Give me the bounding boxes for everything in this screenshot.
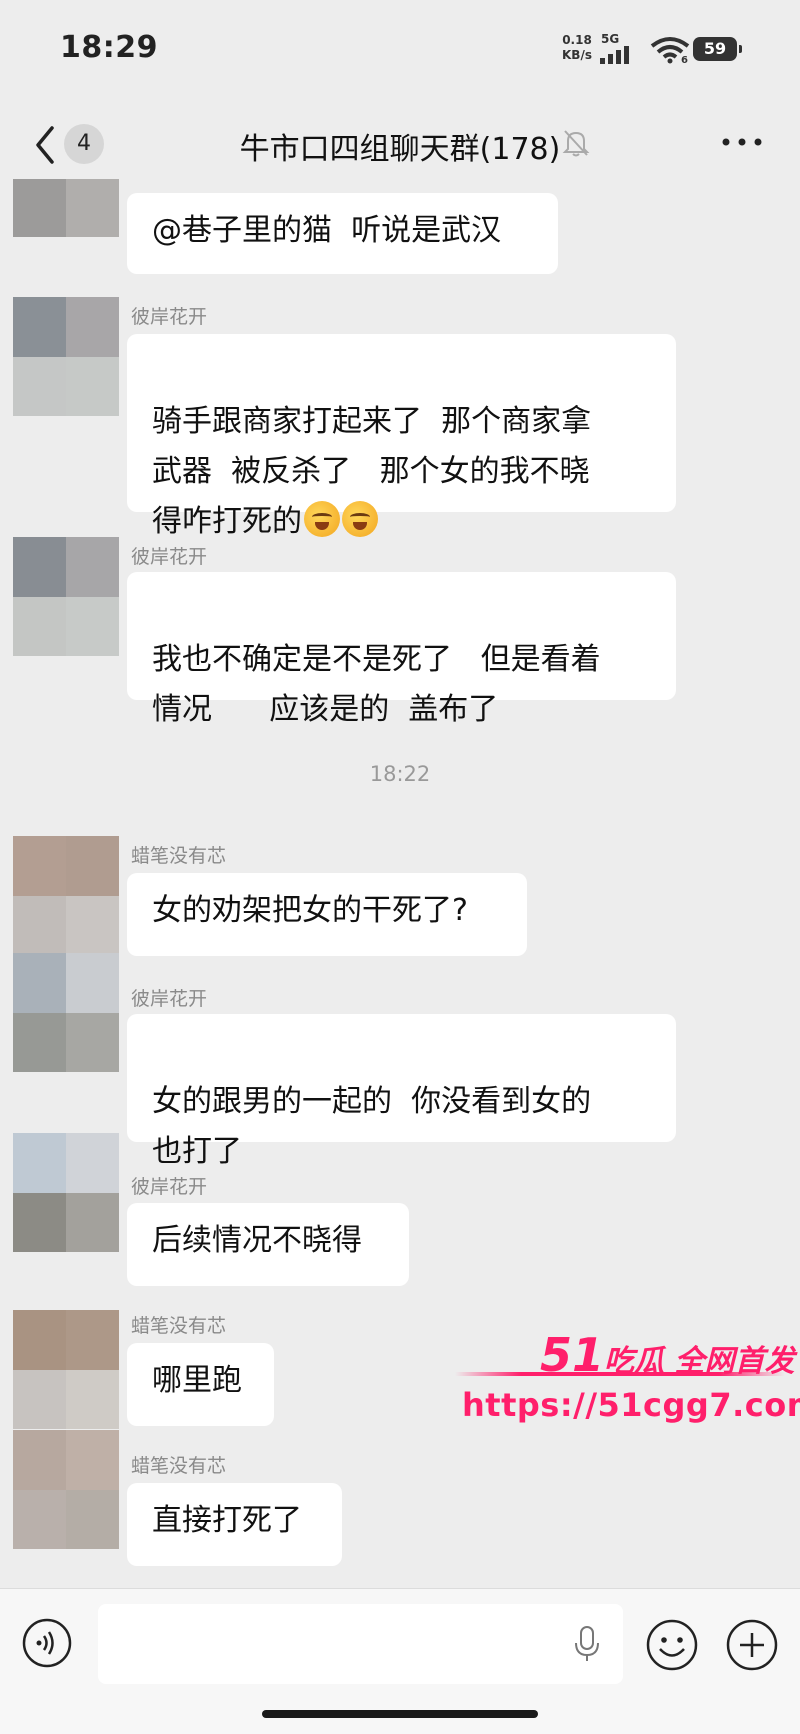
avatar[interactable]	[13, 537, 119, 656]
sender-name: 彼岸花开	[131, 306, 208, 328]
battery-indicator: 59	[693, 37, 742, 61]
sender-name: 彼岸花开	[131, 546, 208, 568]
message-line: 得咋打死的	[152, 504, 302, 539]
chat-title[interactable]: 牛市口四组聊天群(178)	[0, 124, 800, 168]
network-type: 5G	[601, 32, 620, 46]
network-speed-unit: KB/s	[562, 48, 592, 62]
time-divider: 18:22	[369, 762, 431, 786]
wifi-label: 6	[681, 55, 688, 64]
message-line: 也打了	[152, 1134, 242, 1169]
message-bubble[interactable]: 我也不确定是不是死了 但是看着 情况 应该是的 盖布了	[127, 572, 676, 727]
message-bubble[interactable]: 直接打死了	[127, 1483, 342, 1566]
message-bubble[interactable]: 哪里跑	[127, 1343, 274, 1426]
network-speed-value: 0.18	[562, 33, 592, 47]
avatar[interactable]	[13, 1310, 119, 1429]
message-line: 武器 被反杀了 那个女的我不晓	[152, 454, 590, 489]
message-bubble[interactable]: @巷子里的猫 听说是武汉	[127, 193, 558, 274]
sender-name: 蜡笔没有芯	[131, 1315, 227, 1337]
avatar[interactable]	[13, 179, 119, 237]
message-line: 骑手跟商家打起来了 那个商家拿	[152, 404, 592, 439]
sender-name: 彼岸花开	[131, 1176, 208, 1198]
mute-bell-icon	[562, 130, 590, 157]
message-bubble[interactable]: 女的跟男的一起的 你没看到女的 也打了	[127, 1014, 676, 1169]
signal-icon	[600, 46, 629, 64]
watermark-decoration	[455, 1372, 785, 1376]
voice-icon[interactable]	[22, 1618, 72, 1668]
message-line: 我也不确定是不是死了 但是看着	[152, 642, 601, 677]
watermark-url: https://51cgg7.com	[462, 1386, 800, 1424]
avatar[interactable]	[13, 953, 119, 1072]
avatar[interactable]	[13, 1430, 119, 1549]
sender-name: 蜡笔没有芯	[131, 1455, 227, 1477]
emoji-icon[interactable]	[645, 1618, 699, 1672]
chat-title-text: 牛市口四组聊天群(178)	[239, 132, 561, 167]
laughing-crying-emoji	[304, 501, 340, 537]
avatar[interactable]	[13, 297, 119, 416]
status-time: 18:29	[60, 30, 158, 65]
avatar[interactable]	[13, 1133, 119, 1252]
more-dots-icon[interactable]	[720, 132, 764, 152]
mic-icon[interactable]	[572, 1624, 602, 1664]
message-input[interactable]	[98, 1604, 623, 1684]
laughing-crying-emoji	[342, 501, 378, 537]
message-line: 情况 应该是的 盖布了	[152, 692, 499, 727]
plus-icon[interactable]	[725, 1618, 779, 1672]
network-speed: 0.18 KB/s	[562, 33, 592, 63]
sender-name: 蜡笔没有芯	[131, 845, 227, 867]
message-bubble[interactable]: 后续情况不晓得	[127, 1203, 409, 1286]
home-indicator	[262, 1710, 538, 1718]
wifi-icon: 6	[650, 37, 690, 64]
message-bubble[interactable]: 骑手跟商家打起来了 那个商家拿 武器 被反杀了 那个女的我不晓 得咋打死的	[127, 334, 676, 539]
sender-name: 彼岸花开	[131, 988, 208, 1010]
message-bubble[interactable]: 女的劝架把女的干死了?	[127, 873, 527, 956]
avatar[interactable]	[13, 836, 119, 955]
message-line: 女的跟男的一起的 你没看到女的	[152, 1084, 592, 1119]
